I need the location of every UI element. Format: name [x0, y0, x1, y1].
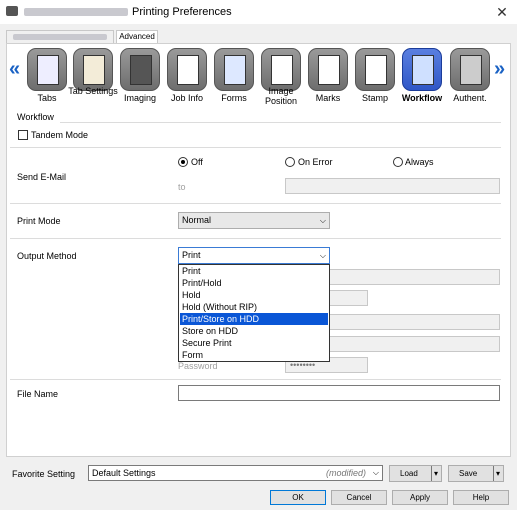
- output-method-value: Print: [182, 250, 201, 260]
- email-off-label: Off: [191, 157, 203, 167]
- dropdown-option[interactable]: Hold (Without RIP): [180, 301, 328, 313]
- email-always-label: Always: [405, 157, 434, 167]
- stamp-icon[interactable]: [355, 48, 395, 91]
- apply-button[interactable]: Apply: [392, 490, 448, 505]
- dropdown-option[interactable]: Print: [180, 265, 328, 277]
- title-bar: Printing Preferences ✕: [0, 0, 517, 24]
- divider: [60, 122, 501, 123]
- email-on-error-radio[interactable]: [285, 157, 295, 167]
- send-email-label: Send E-Mail: [17, 172, 67, 182]
- dropdown-option[interactable]: Form: [180, 349, 328, 361]
- dropdown-option[interactable]: Hold: [180, 289, 328, 301]
- chevron-down-icon: ⌵: [319, 216, 326, 225]
- marks-icon[interactable]: [308, 48, 348, 91]
- tandem-mode-checkbox[interactable]: [18, 130, 28, 140]
- ok-button[interactable]: OK: [270, 490, 326, 505]
- email-to-label: to: [178, 182, 186, 192]
- section-title: Workflow: [17, 112, 54, 122]
- tandem-mode-label: Tandem Mode: [31, 130, 89, 140]
- output-method-label: Output Method: [17, 251, 77, 261]
- help-button[interactable]: Help: [453, 490, 509, 505]
- dropdown-option[interactable]: Print/Hold: [180, 277, 328, 289]
- toolbar-label: Authent.: [453, 93, 487, 103]
- favorite-setting-label: Favorite Setting: [12, 469, 76, 479]
- save-button[interactable]: Save ▾: [448, 465, 504, 482]
- file-name-label: File Name: [17, 389, 59, 399]
- load-button[interactable]: Load ▾: [389, 465, 442, 482]
- password-label: Password: [178, 361, 218, 371]
- authentication-icon[interactable]: [450, 48, 490, 91]
- dropdown-arrow-icon: ▾: [492, 466, 500, 481]
- divider: [10, 379, 501, 380]
- tab-settings-icon[interactable]: [73, 48, 113, 91]
- printer-icon: [6, 6, 18, 16]
- job-info-icon[interactable]: [167, 48, 207, 91]
- printer-name-redacted: [24, 8, 128, 16]
- tab-printer-redacted[interactable]: [6, 30, 114, 44]
- print-mode-select[interactable]: Normal ⌵: [178, 212, 330, 229]
- close-button[interactable]: ✕: [492, 4, 512, 20]
- print-mode-value: Normal: [182, 215, 212, 225]
- load-label: Load: [400, 469, 418, 478]
- divider: [10, 238, 501, 239]
- dropdown-option[interactable]: Store on HDD: [180, 325, 328, 337]
- dropdown-option[interactable]: Secure Print: [180, 337, 328, 349]
- favorite-modified-status: (modified): [325, 468, 366, 478]
- workflow-icon[interactable]: [402, 48, 442, 91]
- email-address-input[interactable]: [285, 178, 500, 194]
- scroll-left-button[interactable]: «: [9, 58, 20, 81]
- divider: [10, 203, 501, 204]
- chevron-down-icon: ⌵: [372, 468, 379, 477]
- output-method-select[interactable]: Print ⌵: [178, 247, 330, 264]
- cancel-button[interactable]: Cancel: [331, 490, 387, 505]
- favorite-setting-value: Default Settings: [92, 468, 156, 478]
- file-name-input[interactable]: [178, 385, 500, 401]
- email-always-radio[interactable]: [393, 157, 403, 167]
- divider: [10, 147, 501, 148]
- output-method-dropdown: Print Print/Hold Hold Hold (Without RIP)…: [178, 264, 330, 362]
- tab-label-redacted: [13, 34, 107, 40]
- email-on-error-label: On Error: [298, 157, 333, 167]
- dropdown-option-highlighted[interactable]: Print/Store on HDD: [180, 313, 328, 325]
- dropdown-arrow-icon: ▾: [430, 466, 438, 481]
- print-mode-label: Print Mode: [17, 216, 61, 226]
- tab-advanced[interactable]: Advanced: [116, 30, 158, 44]
- favorite-setting-select[interactable]: Default Settings (modified) ⌵: [88, 465, 383, 481]
- forms-icon[interactable]: [214, 48, 254, 91]
- imaging-icon[interactable]: [120, 48, 160, 91]
- image-position-icon[interactable]: [261, 48, 301, 91]
- chevron-down-icon: ⌵: [319, 251, 326, 260]
- email-off-radio[interactable]: [178, 157, 188, 167]
- tabs-icon[interactable]: [27, 48, 67, 91]
- scroll-right-button[interactable]: »: [494, 58, 505, 81]
- save-label: Save: [459, 469, 478, 478]
- window-title: Printing Preferences: [132, 6, 232, 18]
